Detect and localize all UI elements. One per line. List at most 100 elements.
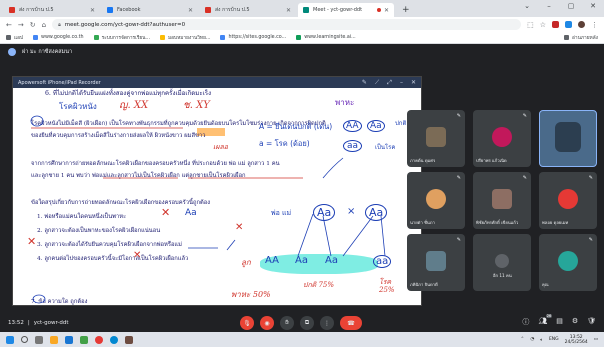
present-button[interactable]: ⧉ (300, 316, 314, 330)
raise-hand-button[interactable]: ✋︎ (280, 316, 294, 330)
windows-start-icon[interactable] (6, 335, 14, 344)
site-icon (160, 35, 165, 40)
back-icon[interactable]: ← (6, 21, 12, 29)
browser-tab[interactable]: Facebook ✕ (102, 3, 198, 17)
reload-icon[interactable]: ↻ (30, 21, 36, 29)
pin-icon[interactable]: ✎ (457, 113, 461, 119)
network-icon[interactable]: ◔ (530, 337, 534, 342)
shared-screen[interactable]: Apowersoft iPhone/iPad Recorder ✎ ⟋ ⤢ – … (12, 76, 422, 306)
profile-avatar[interactable] (578, 21, 585, 28)
chevron-up-icon[interactable]: ⌃ (521, 337, 525, 342)
participant-tile[interactable]: ✎ พิชัยภัทรศักดิ์ เขียนแก้ว (473, 172, 531, 229)
participant-tile[interactable]: ✎ ภาคต้น ดุมศร (407, 110, 465, 167)
pin-icon[interactable]: ✎ (589, 237, 593, 243)
close-tab-icon[interactable]: ✕ (384, 7, 389, 14)
bookmark-item[interactable]: มอบหมายงานวิทย... (160, 34, 210, 42)
participant-avatar (426, 251, 446, 272)
minimize-icon[interactable]: – (538, 0, 560, 12)
pin-icon[interactable]: ✎ (523, 113, 527, 119)
participant-tile[interactable]: ✎ ปรียาพร แก้วเนิด (473, 110, 531, 167)
bookmark-item[interactable]: แอป (6, 34, 23, 42)
app-icon[interactable] (125, 335, 133, 344)
notification-icon[interactable]: ▭ (594, 337, 598, 342)
people-button[interactable]: 👥︎ 26 (538, 314, 553, 327)
language-indicator[interactable]: ENG (549, 337, 559, 342)
pin-icon[interactable]: ✎ (457, 237, 461, 243)
os-taskbar: ⌃ ◔ 🔈︎ ENG 13:52 24/5/2564 ▭ (0, 332, 604, 347)
recorder-titlebar: Apowersoft iPhone/iPad Recorder ✎ ⟋ ⤢ – … (13, 77, 421, 88)
browser-tab[interactable]: ส่ง การบ้าน ป.5 ✕ (200, 3, 296, 17)
kebab-menu-icon[interactable]: ⋮ (591, 21, 598, 29)
self-tile[interactable]: ✎ คุณ (539, 234, 597, 291)
end-call-button[interactable]: ☎︎ (340, 316, 362, 330)
mic-off-button[interactable]: 🎙︎ (240, 316, 254, 330)
pin-icon[interactable]: ✎ (523, 175, 527, 181)
task-view-icon[interactable] (35, 335, 43, 344)
close-window-icon[interactable]: ✕ (582, 0, 604, 12)
participant-name: พิชัยภัทรศักดิ์ เขียนแก้ว (476, 220, 519, 225)
meet-presenter-bar: ฝา มะ กาซีสงคสมนา (0, 44, 604, 60)
recorder-tools: ✎ ⟋ ⤢ – ✕ (362, 79, 416, 87)
browser-tab[interactable]: ส่ง การบ้าน ป.5 ✕ (4, 3, 100, 17)
address-bar[interactable]: 🔒︎ meet.google.com/yct-gowr-ddt?authuser… (52, 19, 522, 30)
pin-icon[interactable]: ✎ (589, 175, 593, 181)
close-tab-icon[interactable]: ✕ (90, 7, 95, 14)
pen-icon[interactable]: ✎ (362, 79, 367, 87)
participant-avatar (558, 189, 578, 210)
participant-tile[interactable]: ✎ พลอย ดุลยเมท (539, 172, 597, 229)
search-icon[interactable] (21, 336, 28, 343)
bookmark-item[interactable]: www.learningsite.ai... (296, 35, 356, 40)
clock-date: 24/5/2564 (564, 339, 588, 345)
participant-count: 26 (545, 314, 553, 318)
more-participants-label: อีก 11 คน (493, 273, 512, 278)
close-tab-icon[interactable]: ✕ (286, 7, 291, 14)
participant-tile[interactable] (539, 110, 597, 167)
info-icon[interactable]: ⓘ (522, 317, 529, 327)
close-icon[interactable]: ✕ (411, 79, 416, 87)
bookmark-item[interactable]: ระบบการจัดการเรียน... (93, 34, 150, 42)
recording-dot-icon (376, 8, 381, 12)
participant-avatar (426, 189, 446, 210)
brush-icon[interactable]: ⟋ (375, 79, 379, 87)
pin-icon[interactable]: ✎ (457, 175, 461, 181)
home-icon[interactable]: ⌂ (42, 21, 46, 29)
minimize-icon[interactable]: – (400, 79, 403, 87)
forward-icon[interactable]: → (18, 21, 24, 29)
extension-icon[interactable] (552, 21, 559, 28)
reading-list-button[interactable]: อ่านภายหลัง (564, 34, 598, 42)
chevron-down-icon[interactable]: ⌄ (516, 0, 538, 12)
file-explorer-icon[interactable] (50, 335, 58, 344)
camera-icon[interactable]: ⬚ (527, 21, 534, 29)
reading-list-icon (564, 35, 570, 40)
participant-avatar (495, 254, 509, 269)
more-options-button[interactable]: ⋮ (320, 316, 334, 330)
participant-avatar (492, 127, 512, 148)
chat-icon[interactable]: ▤ (556, 317, 563, 327)
window-controls: ⌄ – ▢ ✕ (516, 0, 604, 12)
camera-off-button[interactable]: ◉ (260, 316, 274, 330)
volume-icon[interactable]: 🔈︎ (540, 337, 543, 343)
meeting-time: 13:52 (8, 320, 24, 326)
edge-icon[interactable] (110, 335, 118, 344)
clock[interactable]: 13:52 24/5/2564 (565, 335, 588, 345)
extension-icon[interactable] (565, 21, 572, 28)
browser-tab-active[interactable]: Meet - yct-gowr-ddt ✕ (298, 3, 394, 17)
star-icon[interactable]: ☆ (540, 21, 546, 29)
line-app-icon[interactable] (80, 335, 88, 344)
participant-name: ภาคต้น ดุมศร (410, 158, 436, 163)
host-controls-icon[interactable]: 🛡︎ (587, 317, 596, 327)
bookmark-item[interactable]: https://sites.google.co... (220, 35, 286, 40)
participant-tile[interactable]: ✎ นายต่า ชื่นภา (407, 172, 465, 229)
close-tab-icon[interactable]: ✕ (188, 7, 193, 14)
store-icon[interactable] (65, 335, 73, 344)
maximize-icon[interactable]: ▢ (560, 0, 582, 12)
more-participants-tile[interactable]: อีก 11 คน (473, 234, 531, 291)
activities-icon[interactable]: ⚙︎ (572, 317, 578, 327)
meeting-code: yct-gowr-ddt (33, 320, 69, 326)
fullscreen-icon[interactable]: ⤢ (387, 79, 392, 87)
bookmark-item[interactable]: www.google.co.th (33, 35, 84, 40)
new-tab-button[interactable]: + (396, 3, 416, 17)
tab-title: ส่ง การบ้าน ป.5 (215, 7, 250, 13)
participant-tile[interactable]: ✎ ภคินิกา จินดาดี (407, 234, 465, 291)
chrome-icon[interactable] (95, 335, 103, 344)
